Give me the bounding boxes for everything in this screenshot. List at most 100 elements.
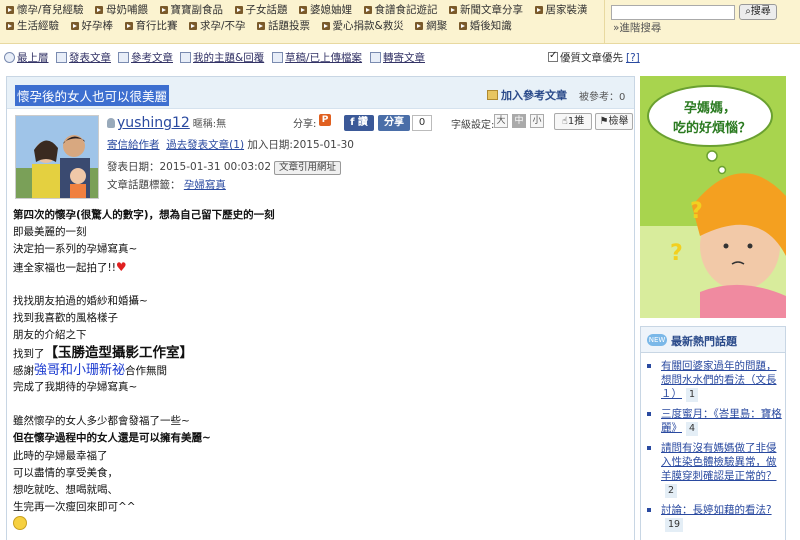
category-link[interactable]: 母奶哺餵 [95,2,148,18]
category-link[interactable]: 子女話題 [234,2,288,18]
body-line: 即最美麗的一刻 [13,226,87,239]
reply-count: 4 [686,422,699,436]
body-line: 找到了【玉勝造型攝影工作室】 [13,344,194,361]
category-link[interactable]: 寶寶副食品 [159,2,223,18]
hot-topic-item[interactable]: 討論：長婷如藉的看法?19 [647,503,783,532]
category-link[interactable]: 好孕棒 [70,18,113,34]
arrow-bullet-icon [321,22,330,30]
svg-text:?: ? [690,199,703,224]
search-input[interactable] [611,5,735,20]
reference-count: 被參考：0 [579,92,626,103]
arrow-bullet-icon [95,6,104,14]
help-link[interactable]: [?] [626,52,640,64]
author-row: yushing12 暱稱:無 [107,115,226,131]
svg-text:?: ? [670,241,683,266]
heart-icon: ♥ [115,259,127,274]
mail-author-link[interactable]: 寄信給作者 [107,139,160,151]
body-line: 雖然懷孕的女人多少都會發福了一些~ [13,415,190,428]
hot-topic-item[interactable]: 三度蜜月：《峇里島：寶格麗》 4 [647,407,783,436]
article-body: 第四次的懷孕(很驚人的數字)，想為自己留下歷史的一刻 即最美麗的一刻 決定拍一系… [13,207,623,534]
facebook-like-button[interactable]: f 讚 [344,115,374,131]
arrow-bullet-icon [299,6,308,14]
pregnant-mom-illustration-icon: ? ? 孕媽媽， 吃的好煩惱？ [640,76,786,318]
body-line: 連全家福也一起拍了!!♥ [13,259,127,274]
author-avatar[interactable] [15,115,99,199]
post-article-link[interactable]: 發表文章 [56,50,111,65]
home-link[interactable]: 最上層 [4,50,49,65]
push-button[interactable]: ☝1推 [554,113,592,130]
category-link[interactable]: 居家裝潢 [534,2,588,18]
font-size-large-button[interactable]: 大 [494,114,508,128]
article-title-bar: 懷孕後的女人也可以很美麗 加入參考文章 被參考：0 [7,77,634,109]
forum-toolbar: 最上層 發表文章 參考文章 我的主題&回覆 草稿/已上傳檔案 轉寄文章 優質文章… [0,46,640,68]
tag-row: 文章話題標籤： 孕婦寫真 [107,177,226,192]
plurk-share-icon[interactable]: P [319,114,331,126]
up-arrow-icon [4,52,15,63]
drafts-link[interactable]: 草稿/已上傳檔案 [272,50,362,65]
category-link[interactable]: 求孕/不孕 [189,18,246,34]
hot-topic-item[interactable]: 請問有沒有媽媽做了非侵入性染色體檢驗異常，做羊膜穿刺確認是正常的？2 [647,441,783,498]
my-topics-link[interactable]: 我的主題&回覆 [180,50,264,65]
square-bullet-icon [647,412,651,416]
report-button[interactable]: ⚑檢舉 [595,113,633,130]
body-line: 可以盡情的享受美食， [13,466,118,479]
hot-topic-item[interactable]: 有關回婆家過年的問題，想問水水們的看法（文長１） 1 [647,359,783,402]
draft-icon [272,52,283,63]
category-link[interactable]: 食譜食記遊記 [363,2,438,18]
body-line: 感謝強哥和小珊新祕合作無間 [13,362,168,378]
category-link[interactable]: 懷孕/育兒經驗 [6,2,84,18]
article-title: 懷孕後的女人也可以很美麗 [15,85,170,106]
tag-link[interactable]: 孕婦寫真 [184,179,226,191]
cite-url-button[interactable]: 文章引用網址 [274,161,342,175]
document-icon [180,52,191,63]
arrow-bullet-icon [458,22,467,30]
hot-topics-header: NEW 最新熱門話題 [641,327,785,353]
search-button[interactable]: ⌕搜尋 [739,4,777,20]
category-list: 懷孕/育兒經驗 母奶哺餵 寶寶副食品 子女話題 婆媳妯娌 食譜食記遊記 新聞文章… [6,2,602,34]
arrow-bullet-icon [70,22,79,30]
reference-article-link[interactable]: 參考文章 [118,50,173,65]
font-size-medium-button[interactable]: 中 [512,114,526,128]
hot-topics-box: NEW 最新熱門話題 有關回婆家過年的問題，想問水水們的看法（文長１） 1 三度蜜… [640,326,786,540]
reply-count: 1 [686,388,699,402]
arrow-bullet-icon [415,22,424,30]
body-line: 第四次的懷孕(很驚人的數字)，想為自己留下歷史的一刻 [13,209,275,221]
body-line: 想吃就吃、想喝就喝、 [13,484,118,496]
new-badge-icon: NEW [647,334,667,346]
past-posts-link[interactable]: 過去發表文章(1) [166,139,244,151]
arrow-bullet-icon [363,6,372,14]
ad-banner[interactable]: ? ? 孕媽媽， 吃的好煩惱？ [640,76,786,318]
category-link[interactable]: 婚後知識 [458,18,512,34]
body-line [13,516,623,533]
body-line: 找找朋友拍過的婚紗和婚攝~ [13,294,148,307]
advanced-search-link[interactable]: »進階搜尋 [613,20,661,35]
category-row-1: 懷孕/育兒經驗 母奶哺餵 寶寶副食品 子女話題 婆媳妯娌 食譜食記遊記 新聞文章… [6,2,602,18]
body-line: 此時的孕婦最幸福了 [13,449,108,462]
share-button[interactable]: 分享 [378,115,410,131]
category-link[interactable]: 婆媳妯娌 [299,2,352,18]
envelope-icon [370,52,381,63]
body-line: 決定拍一系列的孕婦寫真~ [13,243,138,256]
author-links-row: 寄信給作者 過去發表文章(1) 加入日期:2015-01-30 [107,137,354,152]
arrow-bullet-icon [189,22,197,30]
studio-name: 【玉勝造型攝影工作室】 [44,344,194,361]
square-bullet-icon [647,446,651,450]
arrow-bullet-icon [159,6,168,14]
category-link[interactable]: 愛心捐款&救災 [321,18,404,34]
quality-first-option[interactable]: 優質文章優先[?] [548,50,640,65]
category-link[interactable]: 網聚 [415,18,447,34]
body-line: 生完再一次瘦回來即可^^ [13,501,136,514]
search-area: ⌕搜尋 »進階搜尋 [604,0,800,44]
checkbox-checked-icon[interactable] [548,50,558,62]
category-link[interactable]: 育行比賽 [124,18,178,34]
forward-article-link[interactable]: 轉寄文章 [370,50,425,65]
add-reference-link[interactable]: 加入參考文章 [487,87,567,103]
thanks-names: 強哥和小珊新祕 [34,362,126,378]
category-link[interactable]: 話題投票 [257,18,310,34]
arrow-bullet-icon [234,6,243,14]
square-bullet-icon [647,364,651,368]
font-size-small-button[interactable]: 小 [530,114,544,128]
category-link[interactable]: 新聞文章分享 [449,2,523,18]
author-name-link[interactable]: yushing12 [117,115,190,131]
category-link[interactable]: 生活經驗 [6,18,59,34]
